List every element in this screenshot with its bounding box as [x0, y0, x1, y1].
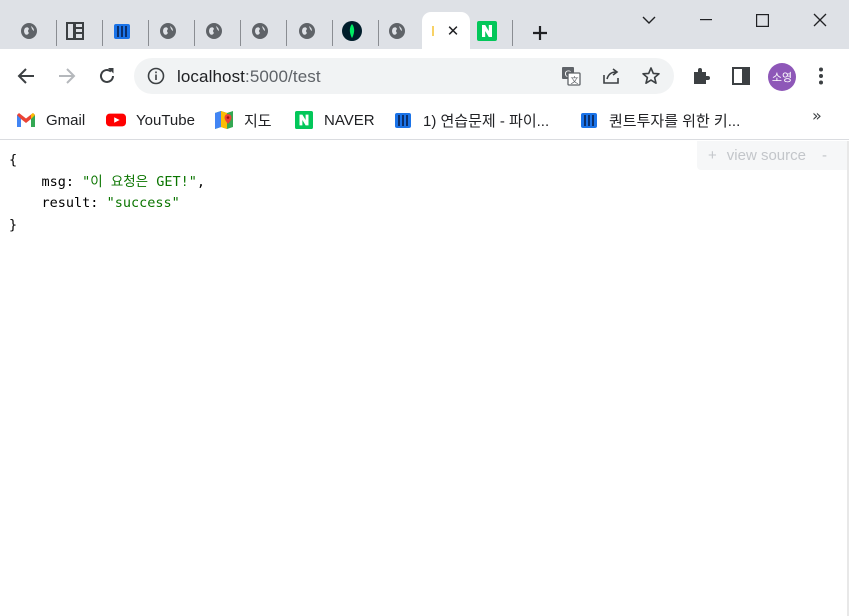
- page-content: { msg: "이 요청은 GET!", result: "success" }…: [0, 141, 849, 616]
- wikidocs-icon: [393, 110, 413, 130]
- tab-4[interactable]: [145, 12, 191, 49]
- plus-icon: [533, 26, 547, 40]
- back-button[interactable]: [11, 61, 41, 91]
- json-value-result: "success": [106, 195, 180, 211]
- bookmark-wikidocs-1[interactable]: 1) 연습문제 - 파이...: [393, 107, 549, 133]
- reload-button[interactable]: [92, 61, 122, 91]
- maps-icon: [214, 110, 234, 130]
- url-host: localhost: [177, 67, 245, 86]
- tab-3[interactable]: [99, 12, 145, 49]
- json-value-msg: "이 요청은 GET!": [82, 173, 197, 190]
- url-text[interactable]: localhost:5000/test: [177, 67, 321, 87]
- bookmark-wikidocs-2[interactable]: 퀀트투자를 위한 키...: [579, 107, 740, 133]
- view-source-toggle[interactable]: + view source -: [697, 141, 847, 170]
- tab-1[interactable]: [6, 12, 52, 49]
- youtube-icon: [106, 110, 126, 130]
- chevron-down-icon: [642, 16, 655, 24]
- json-viewer: { msg: "이 요청은 GET!", result: "success" }: [9, 152, 206, 233]
- bookmark-label: NAVER: [324, 111, 375, 129]
- wikidocs-icon: [579, 110, 599, 130]
- share-icon[interactable]: [599, 64, 623, 88]
- arrow-right-icon: [59, 68, 76, 84]
- bookmark-label: YouTube: [136, 111, 195, 129]
- tab-strip: ✕: [0, 0, 849, 49]
- globe-icon: [299, 22, 315, 39]
- json-key-result: result: [41, 195, 91, 211]
- naver-icon: [294, 110, 314, 130]
- menu-kebab-icon[interactable]: [808, 63, 834, 89]
- json-key-msg: msg: [41, 173, 66, 190]
- expand-icon[interactable]: +: [708, 147, 717, 164]
- globe-icon: [389, 22, 405, 39]
- arrow-left-icon: [17, 68, 34, 84]
- globe-icon: [160, 22, 176, 39]
- svg-text:文: 文: [571, 75, 579, 85]
- tab-separator: [512, 20, 513, 46]
- tab-active[interactable]: ✕: [422, 12, 470, 49]
- maximize-button[interactable]: [734, 0, 791, 40]
- view-source-label[interactable]: view source: [727, 147, 806, 164]
- globe-icon: [21, 22, 37, 39]
- bookmark-youtube[interactable]: YouTube: [106, 107, 195, 133]
- tab-11[interactable]: [464, 12, 510, 49]
- reload-icon: [100, 68, 114, 83]
- bookmark-gmail[interactable]: Gmail: [16, 107, 85, 133]
- tab-5[interactable]: [191, 12, 237, 49]
- json-open-brace: {: [9, 152, 18, 168]
- bookmark-label: 지도: [244, 112, 272, 130]
- side-panel-icon[interactable]: [728, 63, 754, 89]
- naver-icon: [477, 20, 497, 41]
- minimize-button[interactable]: [677, 0, 734, 40]
- tab-7[interactable]: [284, 12, 330, 49]
- translate-icon[interactable]: G文: [559, 64, 583, 88]
- close-tab-icon[interactable]: ✕: [447, 22, 460, 40]
- tab-6[interactable]: [237, 12, 283, 49]
- wikidocs-icon: [114, 23, 130, 39]
- tab-8[interactable]: [329, 12, 375, 49]
- mongodb-leaf-icon: [342, 20, 362, 41]
- minimize-icon: [699, 19, 712, 21]
- bookmark-star-icon[interactable]: [639, 64, 663, 88]
- tab-search-button[interactable]: [620, 0, 677, 40]
- json-comma: ,: [196, 173, 206, 190]
- address-bar[interactable]: localhost:5000/test G文: [134, 58, 674, 94]
- url-path: :5000/test: [245, 67, 321, 86]
- tab-2[interactable]: [52, 12, 98, 49]
- book-icon: [66, 21, 84, 40]
- bookmark-naver[interactable]: NAVER: [294, 107, 375, 133]
- globe-icon: [252, 22, 268, 39]
- gmail-icon: [16, 110, 36, 130]
- extensions-puzzle-icon[interactable]: [688, 63, 714, 89]
- loading-icon: [432, 26, 434, 36]
- bookmarks-bar: Gmail YouTube 지도 NAVER 1) 연습문제 - 파이... 퀀…: [0, 104, 849, 140]
- site-info-icon[interactable]: [144, 64, 168, 88]
- forward-button[interactable]: [52, 61, 82, 91]
- bookmarks-overflow-button[interactable]: »: [812, 106, 822, 125]
- bookmark-label: Gmail: [46, 111, 86, 129]
- browser-toolbar: localhost:5000/test G文 소영: [0, 49, 849, 104]
- tab-9[interactable]: [374, 12, 420, 49]
- maximize-icon: [756, 13, 769, 27]
- close-icon: [813, 13, 826, 27]
- globe-icon: [206, 22, 222, 39]
- bookmark-maps[interactable]: 지도: [214, 107, 272, 133]
- new-tab-button[interactable]: [527, 20, 553, 46]
- bookmark-label: 1) 연습문제 - 파이...: [423, 112, 550, 130]
- profile-avatar[interactable]: 소영: [768, 63, 796, 91]
- bookmark-label: 퀀트투자를 위한 키...: [609, 112, 741, 130]
- close-window-button[interactable]: [791, 0, 848, 40]
- collapse-icon[interactable]: -: [822, 147, 827, 164]
- json-close-brace: }: [9, 216, 18, 233]
